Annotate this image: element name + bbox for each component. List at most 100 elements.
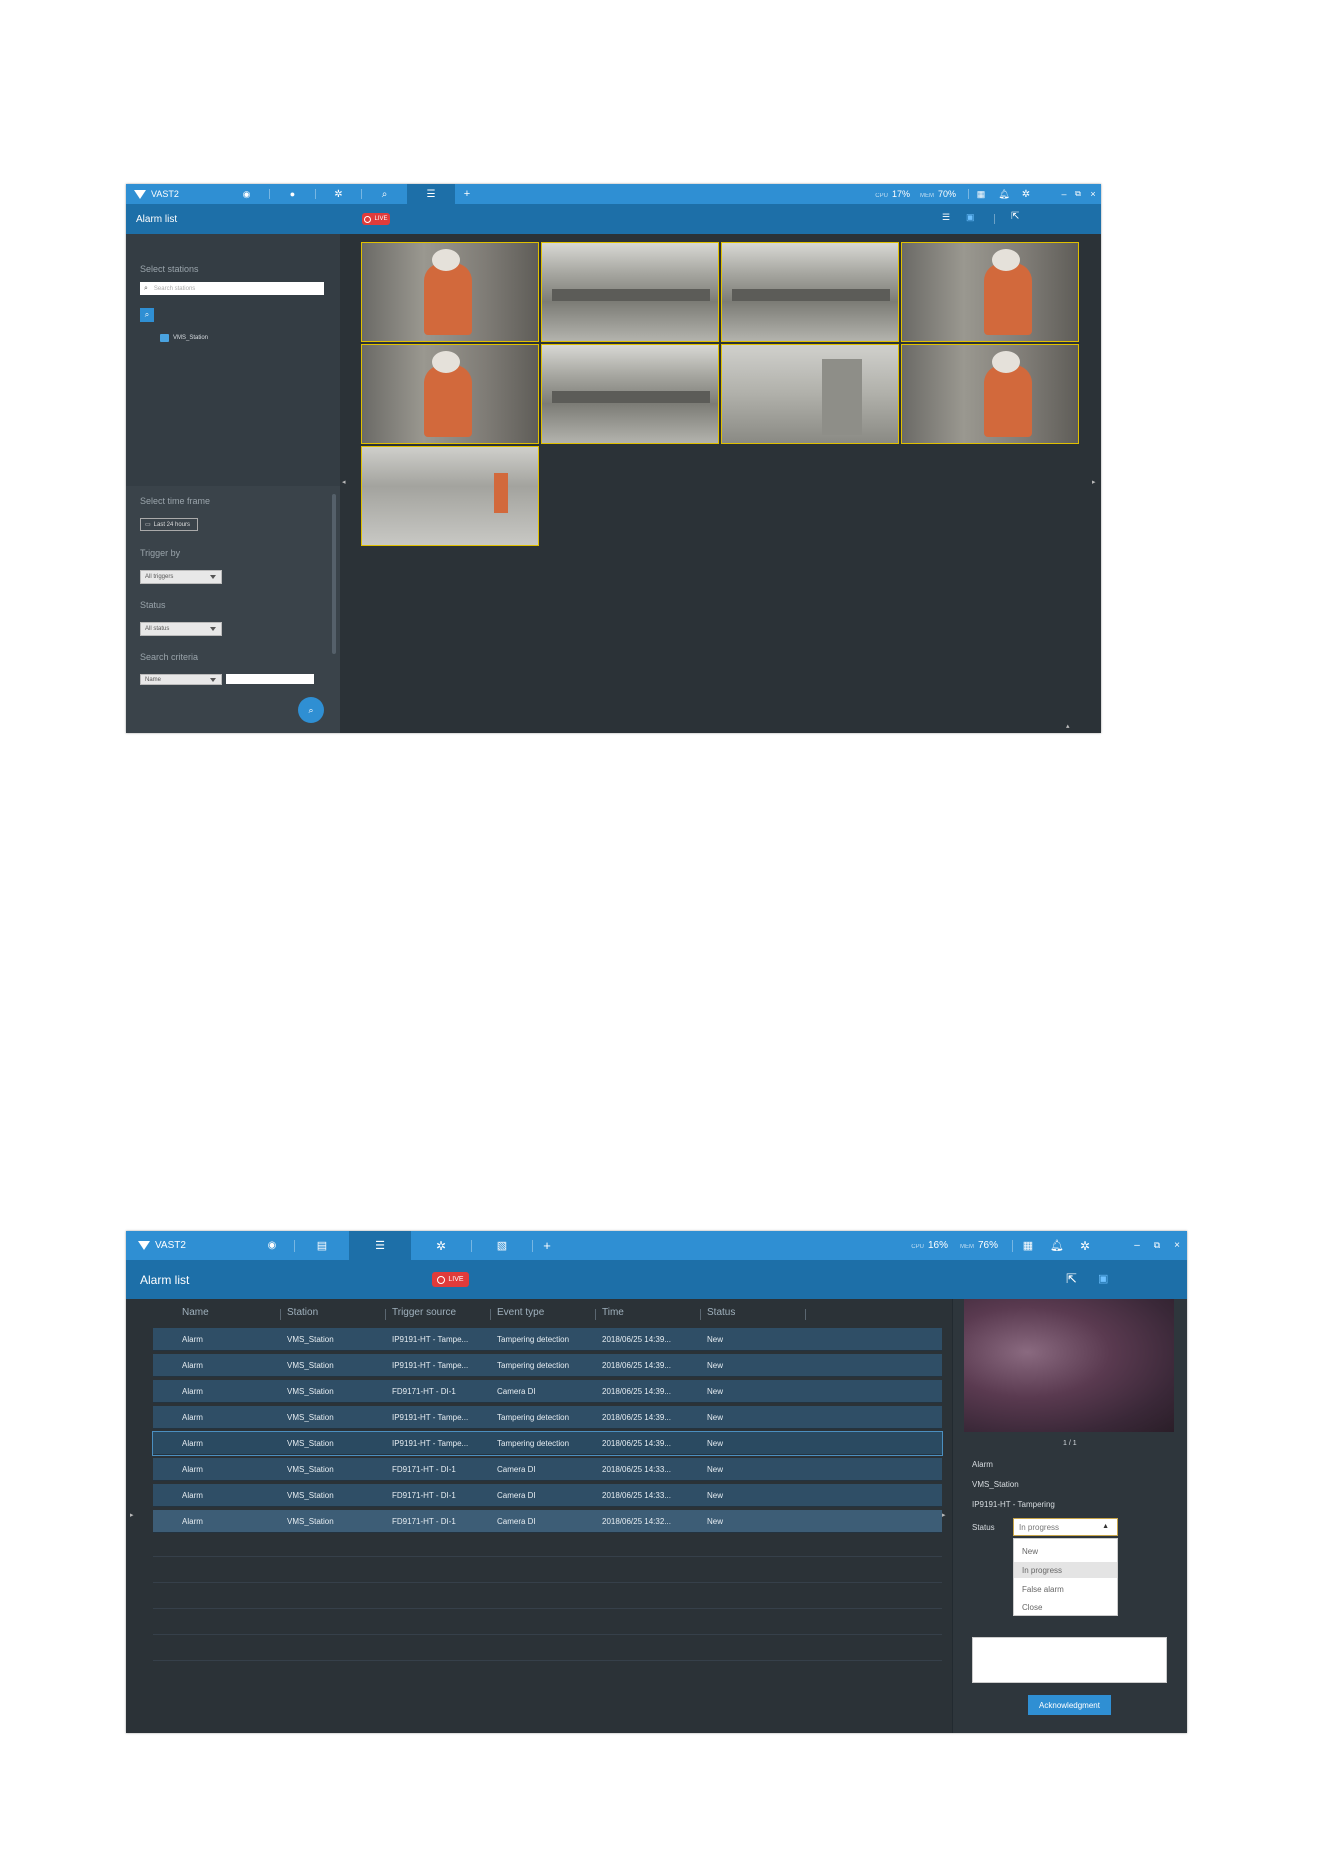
column-header-status[interactable]: Status xyxy=(707,1307,735,1318)
alarm-thumbnail[interactable] xyxy=(361,242,539,342)
station-search-input[interactable]: ⌕ Search stations xyxy=(140,282,324,295)
tab-alarm-list[interactable]: ☰ xyxy=(407,184,455,204)
grid-icon[interactable]: ▦ xyxy=(969,189,993,200)
close-icon[interactable]: × xyxy=(1085,189,1101,199)
top-window: VAST2 ◉ ● ✲ ⌕ ☰ + CPU 17% MEM 70% ▦ 🔔︎ ✲ –… xyxy=(126,184,1101,733)
vivotek-logo-icon xyxy=(138,1241,150,1250)
collapse-right-arrow[interactable]: ▸ xyxy=(1092,478,1096,486)
add-tab-button[interactable]: + xyxy=(455,184,479,204)
column-header-time[interactable]: Time xyxy=(602,1307,624,1318)
list-view-icon[interactable]: ☰ xyxy=(942,212,950,223)
alarm-list-icon: ☰ xyxy=(426,188,436,200)
alarm-list-icon: ☰ xyxy=(375,1240,385,1252)
status-option-close[interactable]: Close xyxy=(1014,1599,1117,1615)
collapse-left-arrow[interactable]: ◂ xyxy=(342,478,346,486)
table-row[interactable]: Alarm VMS_Station IP9191-HT - Tampe... Tamp… xyxy=(153,1328,942,1351)
alarm-thumbnail[interactable] xyxy=(901,242,1079,342)
minimize-icon[interactable]: – xyxy=(1057,189,1071,199)
column-header-trigger-source[interactable]: Trigger source xyxy=(392,1307,456,1318)
mem-usage: MEM 70% xyxy=(919,189,956,199)
table-header: Name Station Trigger source Event type T… xyxy=(153,1299,942,1329)
column-header-name[interactable]: Name xyxy=(182,1307,209,1318)
plus-icon: + xyxy=(463,188,471,200)
status-dropdown[interactable]: In progress ▲ xyxy=(1013,1518,1118,1536)
alarm-thumbnail[interactable] xyxy=(901,344,1079,444)
bell-icon[interactable]: 🔔︎ xyxy=(1043,1239,1071,1252)
live-badge[interactable]: LIVE xyxy=(432,1272,469,1287)
alarm-thumbnail[interactable] xyxy=(361,446,539,546)
tab-liveview[interactable]: ◉ xyxy=(250,1231,294,1260)
criteria-input[interactable] xyxy=(226,674,314,684)
collapse-left-arrow[interactable]: ▸ xyxy=(130,1511,134,1519)
filter-scrollbar[interactable] xyxy=(332,494,336,654)
cpu-usage: CPU 16% xyxy=(911,1240,948,1251)
tab-search[interactable]: ⌕ xyxy=(362,184,407,204)
select-stations-label: Select stations xyxy=(140,264,199,274)
trigger-select[interactable]: All triggers xyxy=(140,570,222,584)
mem-usage: MEM 76% xyxy=(959,1240,998,1251)
station-item[interactable]: VMS_Station xyxy=(160,334,208,342)
collapse-right-arrow[interactable]: ▸ xyxy=(942,1511,946,1519)
scroll-up-arrow[interactable]: ▴ xyxy=(1066,722,1070,730)
grid-icon[interactable]: ▦ xyxy=(1013,1239,1043,1252)
table-row[interactable]: Alarm VMS_Station FD9171-HT - DI-1 Camera D… xyxy=(153,1458,942,1481)
table-row-selected[interactable]: Alarm VMS_Station IP9191-HT - Tampe... Tamp… xyxy=(152,1431,943,1456)
tab-playback[interactable]: ▤ xyxy=(295,1231,349,1260)
column-header-event-type[interactable]: Event type xyxy=(497,1307,544,1318)
time-frame-select[interactable]: ▭ Last 24 hours xyxy=(140,518,198,531)
plus-icon: + xyxy=(543,1238,551,1253)
settings-icon[interactable]: ✲ xyxy=(1071,1239,1099,1253)
thumbnail-view-icon[interactable]: ▣ xyxy=(966,212,975,223)
search-icon: ⌕ xyxy=(308,704,314,715)
tab-alarm-list[interactable]: ☰ xyxy=(349,1231,411,1260)
tab-liveview[interactable]: ◉ xyxy=(224,184,269,204)
app-name: VAST2 xyxy=(151,189,179,199)
restore-icon[interactable]: ⧉ xyxy=(1147,1240,1167,1251)
alarm-thumbnail[interactable] xyxy=(541,344,719,444)
vivotek-logo-icon xyxy=(134,189,146,199)
restore-icon[interactable]: ⧉ xyxy=(1071,189,1085,199)
live-badge[interactable]: LIVE xyxy=(362,213,390,225)
criteria-select[interactable]: Name xyxy=(140,674,222,685)
alarm-thumbnail[interactable] xyxy=(541,242,719,342)
tab-settings[interactable]: ✲ xyxy=(316,184,361,204)
station-tree-toggle[interactable]: ⌕ xyxy=(140,308,154,322)
tab-map[interactable]: ▧ xyxy=(472,1231,532,1260)
settings-icon[interactable]: ✲ xyxy=(1015,189,1037,200)
add-tab-button[interactable]: + xyxy=(533,1231,561,1260)
status-option-false-alarm[interactable]: False alarm xyxy=(1014,1581,1117,1597)
status-label: Status xyxy=(140,600,166,610)
bell-icon[interactable]: 🔔︎ xyxy=(993,189,1015,200)
chevron-down-icon xyxy=(210,627,216,631)
status-select[interactable]: All status xyxy=(140,622,222,636)
table-row[interactable]: Alarm VMS_Station IP9191-HT - Tampe... Tamp… xyxy=(153,1406,942,1429)
minimize-icon[interactable]: – xyxy=(1127,1240,1147,1251)
page-title: Alarm list xyxy=(140,1272,190,1287)
column-header-station[interactable]: Station xyxy=(287,1307,318,1318)
thumbnail-view-icon[interactable]: ▣ xyxy=(1098,1272,1108,1285)
alarm-table: Name Station Trigger source Event type T… xyxy=(152,1299,943,1733)
status-option-in-progress[interactable]: In progress xyxy=(1014,1562,1117,1578)
table-row[interactable]: Alarm VMS_Station FD9171-HT - DI-1 Camera D… xyxy=(153,1380,942,1403)
page-title: Alarm list xyxy=(136,213,178,225)
alarm-snapshot[interactable] xyxy=(964,1299,1174,1432)
map-icon: ▧ xyxy=(496,1240,508,1252)
status-option-new[interactable]: New xyxy=(1014,1543,1117,1559)
acknowledgment-button[interactable]: Acknowledgment xyxy=(1028,1695,1111,1715)
time-frame-label: Select time frame xyxy=(140,496,211,506)
table-row[interactable]: Alarm VMS_Station FD9171-HT - DI-1 Camera D… xyxy=(153,1484,942,1507)
tab-settings[interactable]: ✲ xyxy=(411,1231,471,1260)
tab-map[interactable]: ● xyxy=(270,184,315,204)
table-row[interactable]: Alarm VMS_Station FD9171-HT - DI-1 Camera D… xyxy=(153,1510,942,1533)
alarm-thumbnail[interactable] xyxy=(721,344,899,444)
alarm-thumbnail[interactable] xyxy=(721,242,899,342)
search-button[interactable]: ⌕ xyxy=(298,697,324,723)
alarm-thumbnail[interactable] xyxy=(361,344,539,444)
close-icon[interactable]: × xyxy=(1167,1240,1187,1251)
snapshot-pager: 1 / 1 xyxy=(1063,1440,1077,1447)
export-icon[interactable]: ⇱ xyxy=(1066,1271,1077,1287)
table-row[interactable]: Alarm VMS_Station IP9191-HT - Tampe... Tamp… xyxy=(153,1354,942,1377)
station-name: VMS_Station xyxy=(173,335,209,341)
comment-textarea[interactable] xyxy=(972,1637,1167,1683)
export-icon[interactable]: ⇱ xyxy=(1011,211,1019,222)
